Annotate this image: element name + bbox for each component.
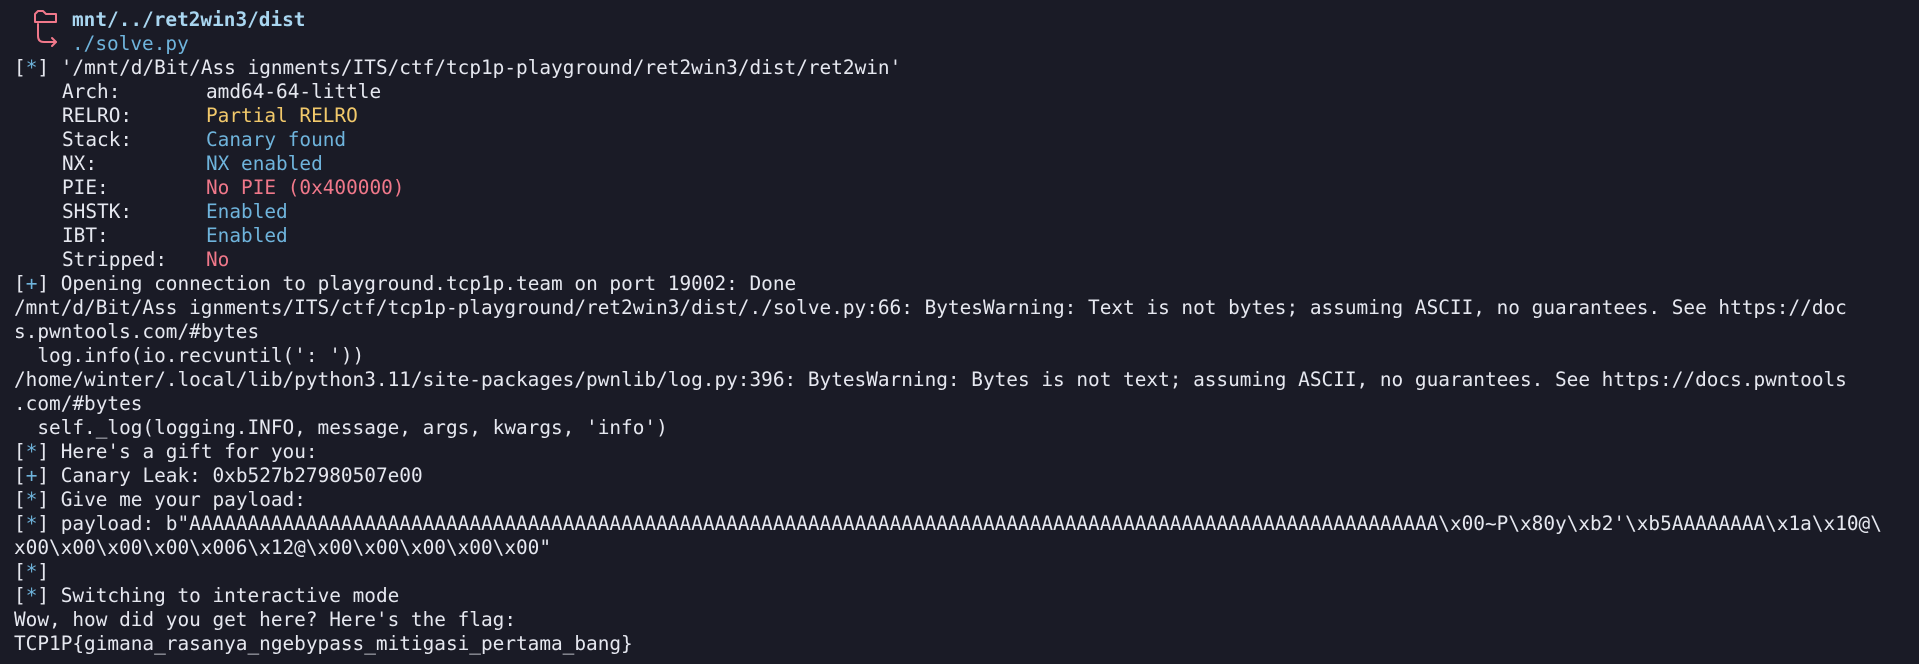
output-line: self._log(logging.INFO, message, args, k… <box>14 416 1909 440</box>
output-line: x00\x00\x00\x00\x006\x12@\x00\x00\x00\x0… <box>14 536 1909 560</box>
checksec-table: Arch: amd64-64-little RELRO: Partial RELRO S… <box>14 80 1909 272</box>
output-line: [*] Give me your payload: <box>14 488 1909 512</box>
output-line: log.info(io.recvuntil(': ')) <box>14 344 1909 368</box>
bracket-close: ] <box>37 272 50 295</box>
checksec-label: PIE: <box>62 176 109 199</box>
output-line: .com/#bytes <box>14 392 1909 416</box>
prompt-path: mnt/../ret2win3/dist <box>72 8 306 31</box>
output-line: Wow, how did you get here? Here's the fl… <box>14 608 1909 632</box>
output-text: x00\x00\x00\x00\x006\x12@\x00\x00\x00\x0… <box>14 536 552 559</box>
output-text: Wow, how did you get here? Here's the fl… <box>14 608 516 631</box>
output-text: TCP1P{gimana_rasanya_ngebypass_mitigasi_… <box>14 632 633 655</box>
status-glyph: * <box>25 584 38 607</box>
checksec-label: Stack: <box>62 128 133 151</box>
status-glyph: * <box>25 56 38 79</box>
checksec-row: NX: NX enabled <box>14 152 1909 176</box>
output-text: Switching to interactive mode <box>49 584 400 607</box>
checksec-row: Stripped: No <box>14 248 1909 272</box>
output-text: payload: b"AAAAAAAAAAAAAAAAAAAAAAAAAAAAA… <box>49 512 1882 535</box>
output-line: /home/winter/.local/lib/python3.11/site-… <box>14 368 1909 392</box>
prompt-command: ./solve.py <box>72 32 189 55</box>
output-line: [+] Opening connection to playground.tcp… <box>14 272 1909 296</box>
output-text: s.pwntools.com/#bytes <box>14 320 260 343</box>
checksec-row: PIE: No PIE (0x400000) <box>14 176 1909 200</box>
checksec-value: No <box>206 248 230 271</box>
output-line: [*] <box>14 560 1909 584</box>
status-glyph: * <box>25 512 38 535</box>
output-line: /mnt/d/Bit/Ass ignments/ITS/ctf/tcp1p-pl… <box>14 296 1909 320</box>
status-glyph: + <box>25 272 38 295</box>
checksec-label: NX: <box>62 152 98 175</box>
bracket-open: [ <box>14 56 26 79</box>
checksec-label: SHSTK: <box>62 200 133 223</box>
bracket-close: ] <box>37 464 50 487</box>
bracket-open: [ <box>14 584 26 607</box>
checksec-row: RELRO: Partial RELRO <box>14 104 1909 128</box>
checksec-value: Enabled <box>206 224 288 247</box>
output-text: Opening connection to playground.tcp1p.t… <box>49 272 797 295</box>
bracket-open: [ <box>14 464 26 487</box>
output-lines: [+] Opening connection to playground.tcp… <box>14 272 1909 656</box>
output-line: s.pwntools.com/#bytes <box>14 320 1909 344</box>
bracket-open: [ <box>14 560 26 583</box>
output-text: self._log(logging.INFO, message, args, k… <box>14 416 668 439</box>
output-line: [*] Here's a gift for you: <box>14 440 1909 464</box>
bracket-open: [ <box>14 272 26 295</box>
checksec-value: Partial RELRO <box>206 104 358 127</box>
output-text: log.info(io.recvuntil(': ')) <box>14 344 365 367</box>
output-line: TCP1P{gimana_rasanya_ngebypass_mitigasi_… <box>14 632 1909 656</box>
checksec-label: Arch: <box>62 80 121 103</box>
bracket-close: ] <box>37 512 50 535</box>
output-line-file: [*] '/mnt/d/Bit/Ass ignments/ITS/ctf/tcp… <box>14 56 1909 80</box>
output-text: '/mnt/d/Bit/Ass ignments/ITS/ctf/tcp1p-p… <box>49 56 902 79</box>
terminal-output: [*] '/mnt/d/Bit/Ass ignments/ITS/ctf/tcp… <box>14 56 1909 656</box>
output-line: [*] Switching to interactive mode <box>14 584 1909 608</box>
checksec-row: IBT: Enabled <box>14 224 1909 248</box>
bracket-close: ] <box>37 440 50 463</box>
status-glyph: + <box>25 464 38 487</box>
checksec-value: amd64-64-little <box>206 80 382 103</box>
folder-icon <box>34 10 57 47</box>
bracket-open: [ <box>14 512 26 535</box>
output-text: Give me your payload: <box>49 488 306 511</box>
output-text: .com/#bytes <box>14 392 143 415</box>
checksec-row: Stack: Canary found <box>14 128 1909 152</box>
checksec-value: No PIE (0x400000) <box>206 176 405 199</box>
bracket-open: [ <box>14 440 26 463</box>
output-text: /home/winter/.local/lib/python3.11/site-… <box>14 368 1847 391</box>
output-text: Canary Leak: 0xb527b27980507e00 <box>49 464 423 487</box>
output-line: [+] Canary Leak: 0xb527b27980507e00 <box>14 464 1909 488</box>
checksec-value: Enabled <box>206 200 288 223</box>
checksec-label: Stripped: <box>62 248 168 271</box>
bracket-close: ] <box>37 488 50 511</box>
status-glyph: * <box>25 440 38 463</box>
checksec-row: Arch: amd64-64-little <box>14 80 1909 104</box>
status-glyph: * <box>25 488 38 511</box>
checksec-row: SHSTK: Enabled <box>14 200 1909 224</box>
bracket-open: [ <box>14 488 26 511</box>
terminal-window[interactable]: mnt/../ret2win3/dist ./solve.py [*] '/mn… <box>0 0 1919 664</box>
checksec-label: RELRO: <box>62 104 133 127</box>
bracket-close: ] <box>37 560 50 583</box>
checksec-label: IBT: <box>62 224 109 247</box>
output-line: [*] payload: b"AAAAAAAAAAAAAAAAAAAAAAAAA… <box>14 512 1909 536</box>
bracket-close: ] <box>37 56 50 79</box>
checksec-value: NX enabled <box>206 152 323 175</box>
output-text: /mnt/d/Bit/Ass ignments/ITS/ctf/tcp1p-pl… <box>14 296 1847 319</box>
checksec-value: Canary found <box>206 128 347 151</box>
bracket-close: ] <box>37 584 50 607</box>
output-text: Here's a gift for you: <box>49 440 318 463</box>
status-glyph: * <box>25 560 38 583</box>
shell-prompt: mnt/../ret2win3/dist ./solve.py <box>30 8 330 56</box>
